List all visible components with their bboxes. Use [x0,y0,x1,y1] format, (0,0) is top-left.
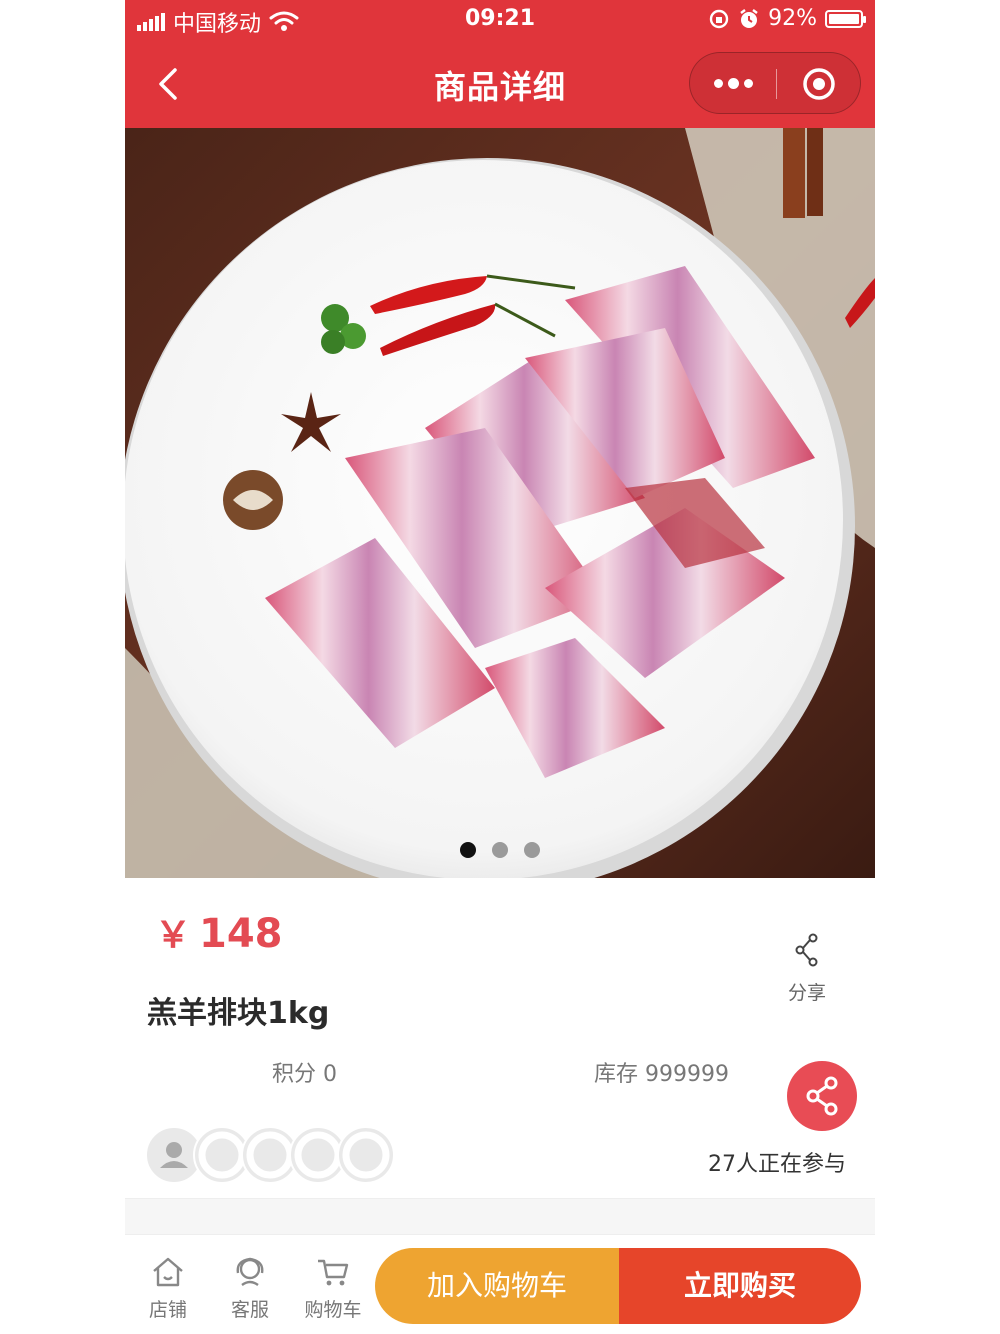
participant-avatars [145,1126,415,1186]
service-icon [236,1257,264,1286]
share-icon [806,1076,838,1116]
avatar [337,1126,395,1184]
phone-screen: 中国移动 09:21 92% 商品详细 ￥ 148 分享 羔羊排块1kg 积分 … [125,0,875,1334]
points-label: 积分 0 [272,1062,337,1087]
shop-icon [153,1257,183,1287]
stock-label: 库存 999999 [594,1062,729,1087]
avatar-placeholder-icon [342,1131,390,1179]
carousel-dot[interactable] [524,842,540,858]
product-name: 羔羊排块1kg [147,996,330,1031]
carousel-dot-active[interactable] [460,842,476,858]
carousel-dot[interactable] [492,842,508,858]
share-icon [795,933,818,967]
tab-cart-label: 购物车 [304,1299,362,1321]
tab-shop[interactable]: 店铺 [133,1255,203,1322]
buy-now-button[interactable]: 立即购买 [619,1248,861,1324]
tab-service-label: 客服 [230,1299,269,1321]
app-header: 中国移动 09:21 92% 商品详细 [125,0,875,128]
close-target-icon[interactable] [802,67,836,101]
more-icon[interactable] [714,73,754,93]
mini-program-capsule [689,52,861,114]
floating-share-button[interactable] [787,1061,857,1131]
carousel-indicator [125,842,875,858]
purchase-buttons: 加入购物车 立即购买 [375,1248,861,1324]
product-photo [125,128,875,878]
navigation-bar: 商品详细 [125,40,875,128]
participants-count: 27人正在参与 [708,1152,846,1177]
product-image-carousel[interactable] [125,128,875,878]
share-label: 分享 [787,982,826,1004]
product-price: ￥ 148 [155,906,283,958]
battery-icon [825,9,866,28]
section-divider [125,1198,875,1235]
tab-cart[interactable]: 购物车 [298,1255,368,1322]
currency-symbol: ￥ [155,915,192,956]
price-value: 148 [199,911,283,957]
share-button[interactable]: 分享 [777,932,837,1005]
add-to-cart-button[interactable]: 加入购物车 [375,1248,619,1324]
status-bar: 中国移动 09:21 92% [125,0,875,40]
tab-shop-label: 店铺 [148,1299,187,1321]
rotation-lock-icon [709,9,729,28]
cart-icon [318,1259,349,1286]
alarm-icon [740,8,758,28]
battery-percentage: 92% [768,6,817,31]
bottom-action-bar: 店铺 客服 购物车 加入购物车 立即购买 [125,1234,875,1334]
tab-service[interactable]: 客服 [215,1255,285,1322]
